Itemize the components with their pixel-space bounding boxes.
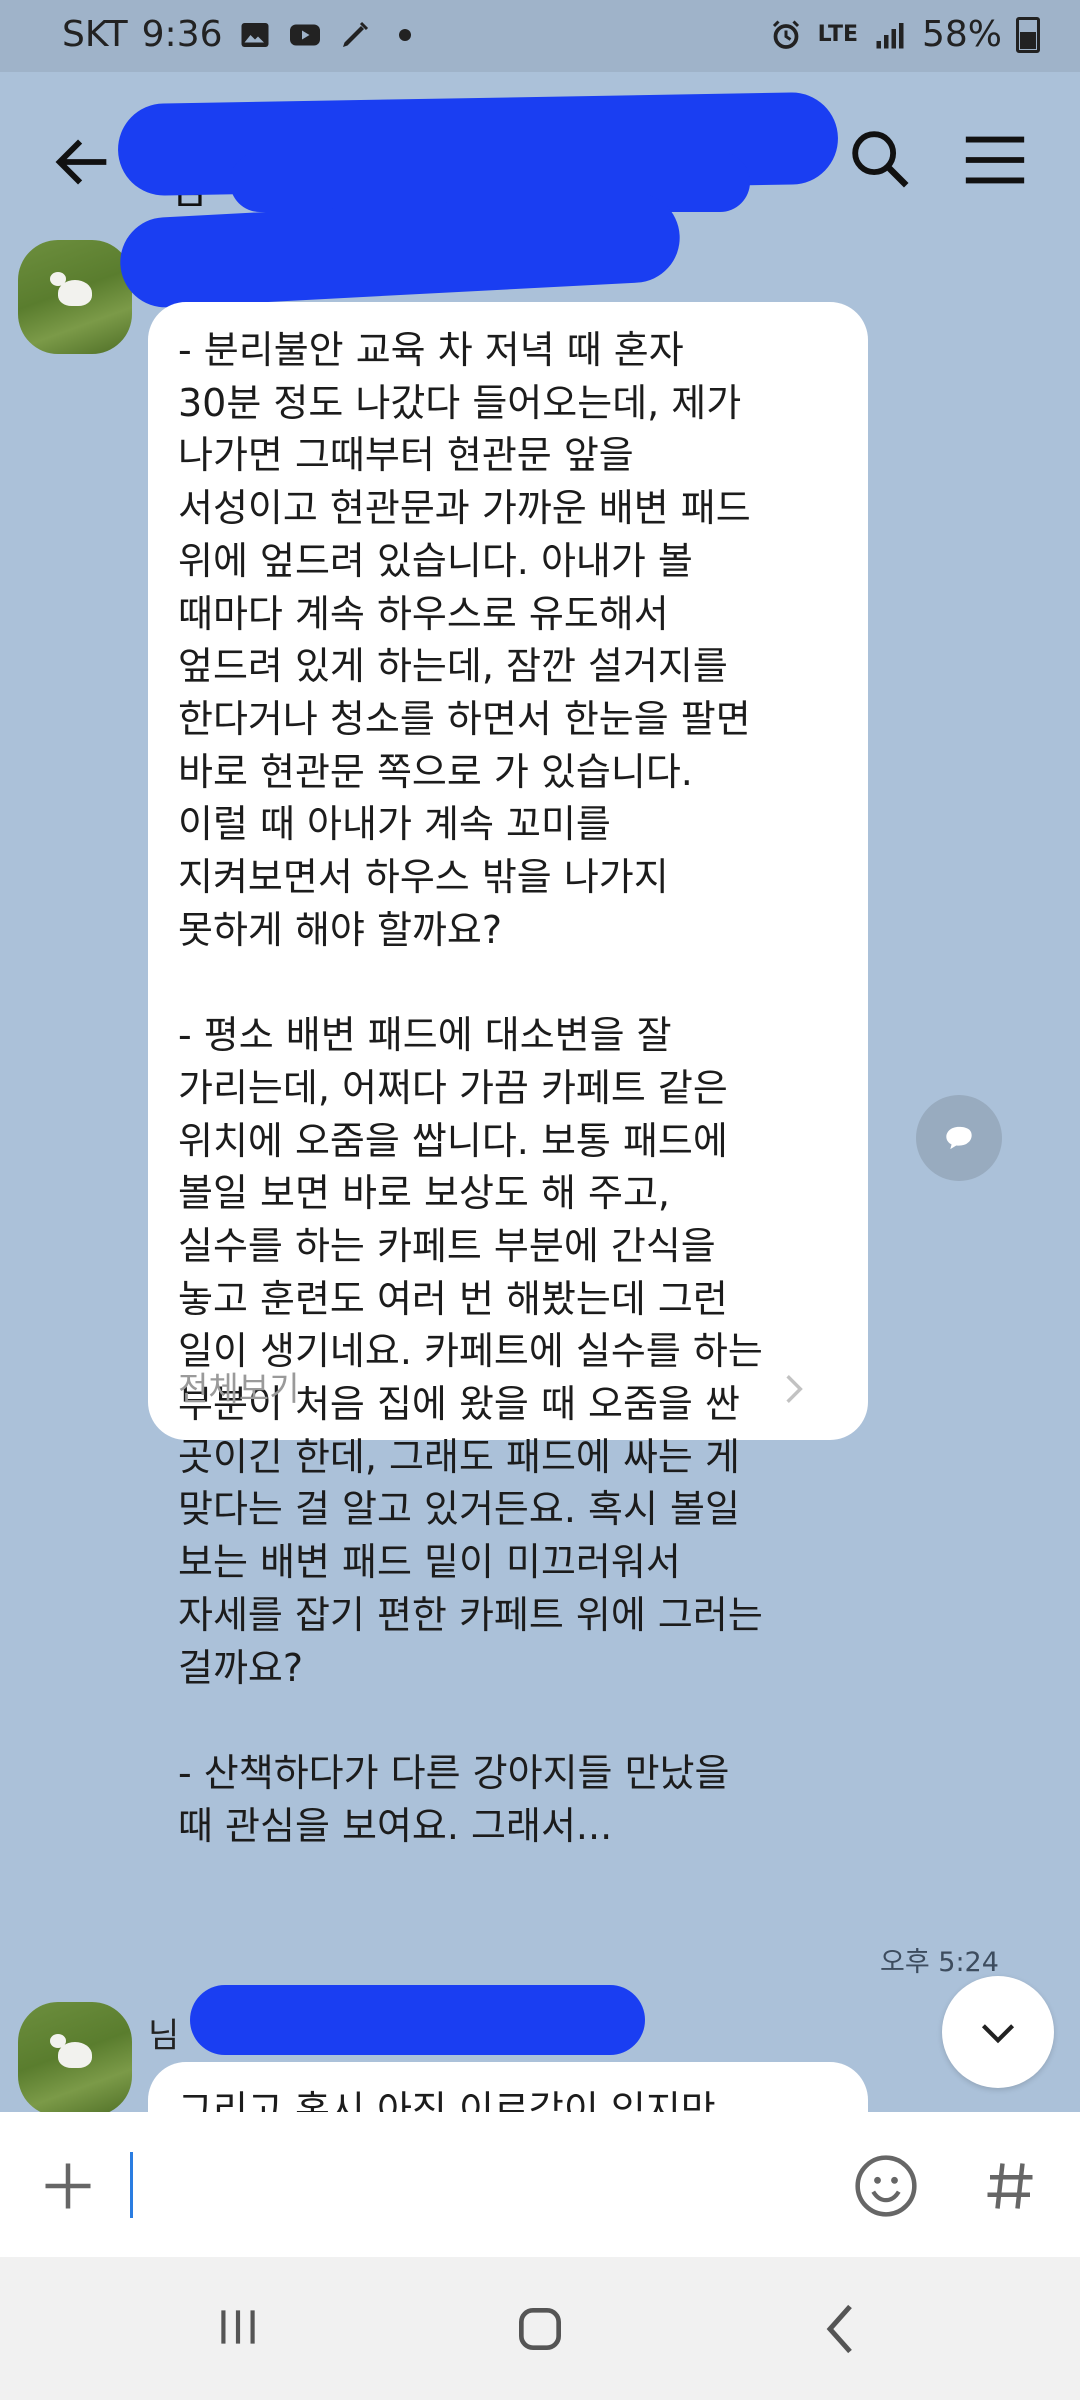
redaction-mark: [190, 1985, 645, 2055]
view-full-button[interactable]: 전체보기: [178, 1362, 818, 1422]
status-bar-left: SKT 9:36: [62, 14, 423, 55]
chat-bubble-icon: [946, 1126, 972, 1150]
network-type: LTE: [817, 22, 858, 47]
home-icon[interactable]: [512, 2301, 568, 2357]
message-input-bar: [0, 2112, 1080, 2257]
gallery-icon: [241, 22, 268, 47]
battery-percent: 58%: [921, 14, 1002, 55]
status-bar: SKT 9:36 LTE 58%: [0, 0, 1080, 72]
chevron-right-icon: [786, 1375, 803, 1403]
hashtag-icon[interactable]: [980, 2156, 1040, 2216]
message-time: 오후 5:24: [880, 1947, 999, 1978]
carrier-label: SKT: [62, 14, 128, 55]
pen-icon: [342, 21, 368, 47]
share-button[interactable]: [916, 1095, 1002, 1181]
search-icon[interactable]: [845, 124, 915, 194]
alarm-icon: [772, 19, 799, 49]
back-icon[interactable]: [820, 2299, 860, 2359]
youtube-icon: [289, 24, 320, 45]
plus-icon[interactable]: [38, 2156, 98, 2216]
sender-name: 님: [148, 2016, 180, 2056]
clock: 9:36: [141, 14, 223, 55]
dot-icon: [398, 28, 411, 41]
view-full-label: 전체보기: [178, 1369, 300, 1408]
signal-icon: [876, 22, 904, 48]
chevron-down-icon: [981, 2024, 1015, 2044]
scroll-to-bottom-button[interactable]: [942, 1976, 1054, 2088]
avatar[interactable]: [18, 2002, 132, 2116]
status-bar-right: LTE 58%: [768, 14, 1040, 55]
avatar[interactable]: [18, 240, 132, 354]
message-bubble[interactable]: - 분리불안 교육 차 저녁 때 혼자 30분 정도 나갔다 들어오는데, 제가…: [148, 302, 868, 1848]
message-text: - 분리불안 교육 차 저녁 때 혼자 30분 정도 나갔다 들어오는데, 제가…: [178, 328, 763, 1848]
battery-icon: [1016, 16, 1040, 53]
emoji-icon[interactable]: [852, 2152, 920, 2220]
hamburger-menu-icon[interactable]: [960, 130, 1030, 190]
message-input[interactable]: [128, 2142, 832, 2230]
back-arrow-icon[interactable]: [48, 127, 118, 197]
system-navigation-bar: [0, 2257, 1080, 2400]
text-cursor: [130, 2152, 133, 2218]
recent-apps-icon[interactable]: [210, 2302, 266, 2352]
